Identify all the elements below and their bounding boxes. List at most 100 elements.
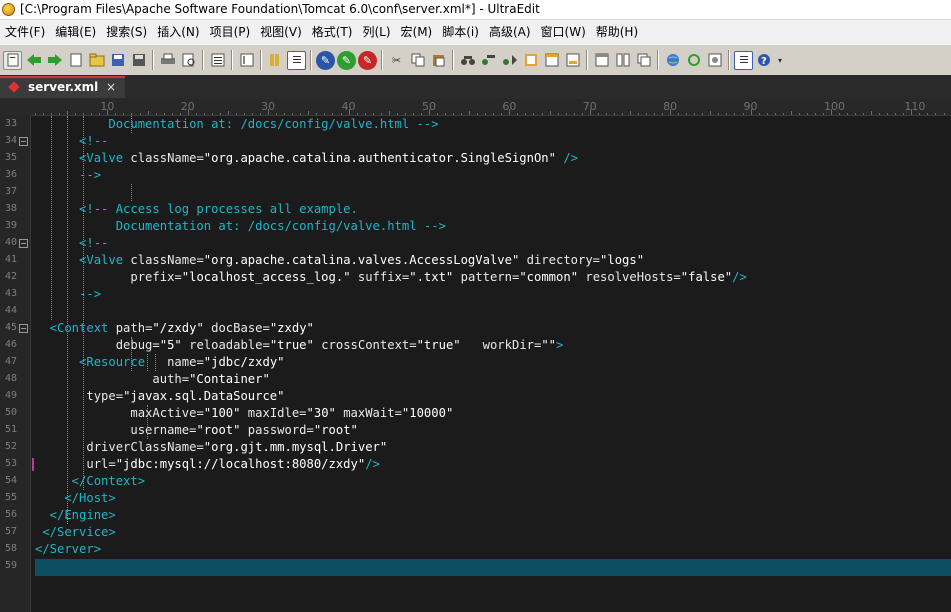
code-line[interactable]: 47 <Resource name="jdbc/zxdy" xyxy=(0,354,951,371)
print-icon[interactable] xyxy=(158,51,177,70)
ruler-tick xyxy=(75,113,77,115)
code-line[interactable]: 54 </Context> xyxy=(0,473,951,490)
refresh-icon[interactable] xyxy=(684,51,703,70)
copy-icon[interactable] xyxy=(408,51,427,70)
show-spaces-icon[interactable] xyxy=(287,50,306,70)
toolbar-separator xyxy=(231,50,233,70)
tag-list-icon[interactable] xyxy=(521,51,540,70)
menu-format[interactable]: 格式(T) xyxy=(307,20,358,45)
code-token: "javax.sql.DataSource" xyxy=(123,389,285,403)
ruler-tick xyxy=(638,113,639,115)
code-line[interactable]: 45 <Context path="/zxdy" docBase="zxdy" xyxy=(0,320,951,337)
menu-script[interactable]: 脚本(i) xyxy=(437,20,484,45)
function-list-icon[interactable] xyxy=(542,51,561,70)
find-next-icon[interactable] xyxy=(500,51,519,70)
save-icon[interactable] xyxy=(108,51,127,70)
code-token: --> xyxy=(35,168,102,182)
code-token: workDir xyxy=(460,338,534,352)
ruler-tick xyxy=(461,113,463,115)
menu-help[interactable]: 帮助(H) xyxy=(591,20,643,45)
convert-icon[interactable]: ✎ xyxy=(358,50,377,70)
code-line[interactable]: 36 --> xyxy=(0,167,951,184)
cut-icon[interactable]: ✂ xyxy=(387,51,406,70)
menu-file[interactable]: 文件(F) xyxy=(0,20,50,45)
script-icon[interactable] xyxy=(734,50,753,70)
find-in-files-icon[interactable] xyxy=(237,51,256,70)
forward-icon[interactable] xyxy=(45,51,64,70)
code-line[interactable]: 58 </Server> xyxy=(0,541,951,558)
ruler-tick xyxy=(171,113,173,115)
output-icon[interactable] xyxy=(563,51,582,70)
code-line[interactable]: 33 Documentation at: /docs/config/valve.… xyxy=(0,116,951,133)
menu-column[interactable]: 列(L) xyxy=(357,20,395,45)
code-line[interactable]: 50 maxActive="100" maxIdle="30" maxWait=… xyxy=(0,405,951,422)
fold-collapse-icon[interactable] xyxy=(19,324,28,333)
ruler-tick xyxy=(533,113,535,115)
menu-insert[interactable]: 插入(N) xyxy=(152,20,204,45)
tab-close-button[interactable]: × xyxy=(106,80,116,94)
new-file-icon[interactable] xyxy=(3,50,22,70)
editor-pane[interactable]: 33 Documentation at: /docs/config/valve.… xyxy=(0,116,951,612)
menu-edit[interactable]: 编辑(E) xyxy=(50,20,101,45)
menu-window[interactable]: 窗口(W) xyxy=(536,20,591,45)
menu-project[interactable]: 项目(P) xyxy=(205,20,256,45)
code-token: <Resource xyxy=(35,355,146,369)
ftp-icon[interactable]: ✎ xyxy=(337,50,356,70)
menu-view[interactable]: 视图(V) xyxy=(255,20,307,45)
fold-collapse-icon[interactable] xyxy=(19,137,28,146)
fold-collapse-icon[interactable] xyxy=(19,239,28,248)
code-token: Documentation at: /docs/config/valve.htm… xyxy=(35,219,446,233)
tab-server-xml[interactable]: server.xml × xyxy=(0,76,125,98)
ruler-tick xyxy=(300,113,302,115)
code-line[interactable]: 34 <!-- xyxy=(0,133,951,150)
code-line[interactable]: 46 debug="5" reloadable="true" crossCont… xyxy=(0,337,951,354)
code-line[interactable]: 39 Documentation at: /docs/config/valve.… xyxy=(0,218,951,235)
code-line[interactable]: 44 xyxy=(0,303,951,320)
code-text: </Host> xyxy=(35,490,115,507)
ruler-tick xyxy=(549,111,551,115)
window-icon[interactable] xyxy=(592,51,611,70)
hex-icon[interactable]: ✎ xyxy=(316,50,335,70)
code-line[interactable]: 55 </Host> xyxy=(0,490,951,507)
code-line[interactable]: 57 </Service> xyxy=(0,524,951,541)
ruler-tick xyxy=(51,113,53,115)
code-line[interactable]: 41 <Valve className="org.apache.catalina… xyxy=(0,252,951,269)
code-line[interactable]: 48 auth="Container" xyxy=(0,371,951,388)
back-icon[interactable] xyxy=(24,51,43,70)
code-line[interactable]: 42 prefix="localhost_access_log." suffix… xyxy=(0,269,951,286)
settings-icon[interactable] xyxy=(705,51,724,70)
menu-search[interactable]: 搜索(S) xyxy=(101,20,152,45)
paste-icon[interactable] xyxy=(429,51,448,70)
code-line[interactable]: 35 <Valve className="org.apache.catalina… xyxy=(0,150,951,167)
code-line[interactable]: 37 xyxy=(0,184,951,201)
code-line[interactable]: 40 <!-- xyxy=(0,235,951,252)
code-token: name xyxy=(145,355,197,369)
cascade-icon[interactable] xyxy=(634,51,653,70)
code-line[interactable]: 51 username="root" password="root" xyxy=(0,422,951,439)
toolbar-overflow-icon[interactable]: ▾ xyxy=(776,51,784,70)
ruler-tick xyxy=(565,113,567,115)
columns-icon[interactable] xyxy=(266,51,285,70)
menu-advanced[interactable]: 高级(A) xyxy=(484,20,536,45)
code-line[interactable]: 53 url="jdbc:mysql://localhost:8080/zxdy… xyxy=(0,456,951,473)
ultraedit-app-icon[interactable] xyxy=(2,3,15,16)
code-line[interactable]: 38 <!-- Access log processes all example… xyxy=(0,201,951,218)
code-line[interactable]: 56 </Engine> xyxy=(0,507,951,524)
replace-icon[interactable] xyxy=(479,51,498,70)
code-line[interactable]: 59 xyxy=(0,558,951,575)
print-preview-icon[interactable] xyxy=(179,51,198,70)
help-icon[interactable]: ? xyxy=(755,51,774,70)
code-line[interactable]: 43 --> xyxy=(0,286,951,303)
menu-macro[interactable]: 宏(M) xyxy=(396,20,438,45)
code-line[interactable]: 49 type="javax.sql.DataSource" xyxy=(0,388,951,405)
new-doc-icon[interactable] xyxy=(66,51,85,70)
save-all-icon[interactable] xyxy=(129,51,148,70)
ruler-tick xyxy=(887,113,889,115)
code-token: Documentation at: /docs/config/valve.htm… xyxy=(35,117,439,131)
list-icon[interactable] xyxy=(208,51,227,70)
open-folder-icon[interactable] xyxy=(87,51,106,70)
code-line[interactable]: 52 driverClassName="org.gjt.mm.mysql.Dri… xyxy=(0,439,951,456)
tile-icon[interactable] xyxy=(613,51,632,70)
web-icon[interactable] xyxy=(663,51,682,70)
find-icon[interactable] xyxy=(458,51,477,70)
